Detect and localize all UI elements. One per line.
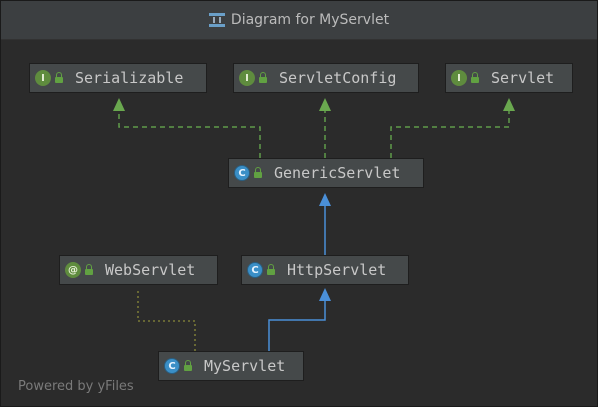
- interface-icon: I: [35, 70, 51, 86]
- window-title: Diagram for MyServlet: [230, 12, 390, 28]
- arrow-servletconfig: [319, 98, 331, 111]
- lock-icon: [183, 360, 193, 372]
- lock-icon: [84, 264, 94, 276]
- node-label: MyServlet: [204, 357, 286, 375]
- node-myservlet[interactable]: C MyServlet: [158, 351, 304, 381]
- lock-icon: [54, 72, 64, 84]
- node-label: WebServlet: [105, 261, 196, 279]
- edge-genericservlet-servlet: [390, 109, 510, 158]
- node-servlet[interactable]: I Servlet: [445, 63, 573, 93]
- window-titlebar: Diagram for MyServlet: [1, 1, 597, 40]
- edge-myservlet-httpservlet: [268, 299, 326, 351]
- annotation-icon: @: [65, 262, 81, 278]
- interface-icon: I: [239, 70, 255, 86]
- arrow-serializable: [113, 98, 125, 111]
- diagram-window: Diagram for MyServlet I Serializable I S…: [0, 0, 598, 407]
- class-icon: C: [247, 262, 263, 278]
- lock-icon: [253, 167, 263, 179]
- edge-myservlet-webservlet: [137, 289, 196, 351]
- diagram-icon: [208, 13, 225, 27]
- powered-by-label: Powered by yFiles: [18, 379, 134, 394]
- node-label: Servlet: [491, 69, 555, 87]
- class-icon: C: [164, 358, 180, 374]
- interface-icon: I: [451, 70, 467, 86]
- node-serializable[interactable]: I Serializable: [29, 63, 207, 93]
- node-label: HttpServlet: [287, 261, 387, 279]
- lock-icon: [258, 72, 268, 84]
- node-label: Serializable: [75, 69, 184, 87]
- node-httpservlet[interactable]: C HttpServlet: [241, 255, 409, 285]
- arrow-httpservlet: [319, 288, 331, 301]
- lock-icon: [470, 72, 480, 84]
- class-icon: C: [234, 165, 250, 181]
- node-label: ServletConfig: [279, 69, 397, 87]
- node-servletconfig[interactable]: I ServletConfig: [233, 63, 419, 93]
- arrow-genericservlet: [319, 193, 331, 206]
- lock-icon: [266, 264, 276, 276]
- edge-genericservlet-serializable: [118, 109, 261, 158]
- node-genericservlet[interactable]: C GenericServlet: [228, 158, 424, 188]
- diagram-canvas[interactable]: I Serializable I ServletConfig I Servlet…: [5, 41, 595, 405]
- node-webservlet[interactable]: @ WebServlet: [59, 255, 218, 285]
- node-label: GenericServlet: [274, 164, 401, 182]
- arrow-servlet: [503, 98, 515, 111]
